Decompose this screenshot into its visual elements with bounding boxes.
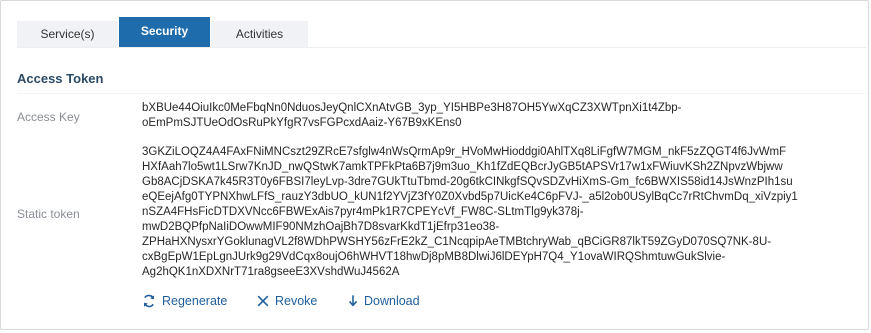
- static-token-line: nSZA4FHsFicDTDXVNcc6FBWExAis7pyr4mPk1R7C…: [142, 206, 584, 218]
- download-icon: [348, 295, 358, 307]
- static-token-line: cxBgEpW1EpLgnJUrk9g29VdCqx8oujO6hWHVT18h…: [142, 251, 726, 263]
- revoke-button[interactable]: Revoke: [256, 293, 326, 311]
- revoke-label: Revoke: [275, 294, 318, 308]
- section-divider: [17, 93, 866, 94]
- tab-services[interactable]: Service(s): [17, 21, 118, 47]
- section-title: Access Token: [17, 71, 104, 86]
- static-token-value: 3GKZiLOQZ4A4FAxFNiMNCszt29ZRcE7sfglw4nWs…: [142, 145, 798, 280]
- static-token-line: Gb8ACjDSKA7k45R3T0y6FBSI7leyLvp-3dre7GUk…: [142, 176, 793, 188]
- static-token-label: Static token: [17, 207, 80, 221]
- download-button[interactable]: Download: [346, 293, 436, 311]
- static-token-line: HXfAah7lo5wt1LSrw7KnJD_nwQStwK7amkTPFkPt…: [142, 161, 783, 173]
- tab-activities[interactable]: Activities: [211, 21, 308, 47]
- close-icon: [257, 295, 269, 307]
- download-label: Download: [364, 294, 420, 308]
- static-token-line: Ag2hQK1nXDXNrT71ra8gseeE3XVshdWuJ4562A: [142, 266, 400, 278]
- access-key-value: bXBUe44OiuIkc0MeFbqNn0NduosJeyQnlCXnAtvG…: [142, 101, 681, 131]
- access-key-line: bXBUe44OiuIkc0MeFbqNn0NduosJeyQnlCXnAtvG…: [142, 102, 682, 114]
- refresh-icon: [143, 294, 155, 308]
- regenerate-label: Regenerate: [162, 294, 228, 308]
- regenerate-button[interactable]: Regenerate: [142, 293, 242, 311]
- static-token-line: ZPHaHXNysxrYGoklunagVL2f8WDhPWSHY56zFrE2…: [142, 236, 772, 248]
- static-token-line: eQEejAfg0TYPNXhwLFfS_rauzY3dbUO_kUN1f2YV…: [142, 191, 798, 203]
- access-key-label: Access Key: [17, 110, 80, 124]
- tab-bar: Service(s) Security Activities: [17, 17, 866, 48]
- access-key-line: oEmPmSJTUeOdOsRuPkYfgR7vsFGPcxdAaiz-Y67B…: [142, 117, 462, 129]
- static-token-line: 3GKZiLOQZ4A4FAxFNiMNCszt29ZRcE7sfglw4nWs…: [142, 146, 787, 158]
- static-token-line: mwD2BQPfpNaIiDOwwMIF90NMzhOajBh7D8svarKk…: [142, 221, 500, 233]
- tab-security[interactable]: Security: [119, 17, 210, 47]
- security-panel: Service(s) Security Activities Access To…: [0, 0, 869, 330]
